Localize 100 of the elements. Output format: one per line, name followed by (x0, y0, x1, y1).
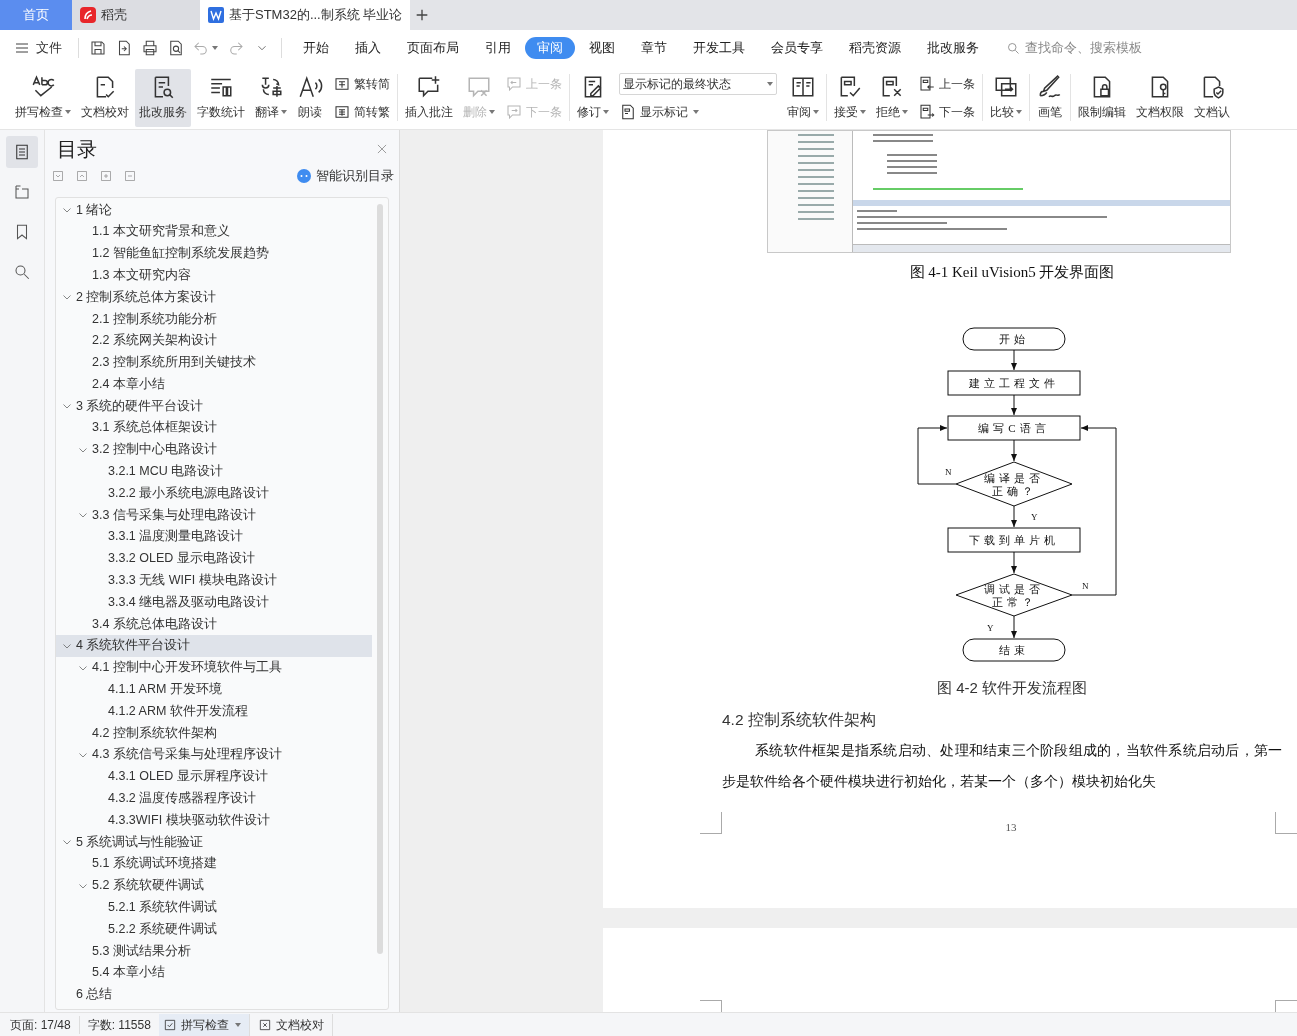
toc-item[interactable]: 4.3.1 OLED 显示屏程序设计 (56, 765, 372, 788)
ribbon-button[interactable]: 拼写检查 (11, 68, 75, 127)
toc-item[interactable]: 4.1 控制中心开发环境软件与工具 (56, 656, 372, 679)
check-document-icon (162, 1017, 177, 1032)
print-preview-icon[interactable] (167, 39, 185, 57)
toc-item[interactable]: 2 控制系统总体方案设计 (56, 286, 372, 308)
toc-item[interactable]: 3.3.1 温度测量电路设计 (56, 525, 372, 548)
undo-icon[interactable] (192, 39, 210, 57)
redo-icon[interactable] (227, 39, 245, 57)
toc-item[interactable]: 5 系统调试与性能验证 (56, 831, 372, 853)
app-tab[interactable]: 稻壳 (72, 0, 200, 30)
toc-item[interactable]: 3.3.4 继电器及驱动电路设计 (56, 591, 372, 614)
ribbon-button[interactable]: 字数统计 (193, 68, 249, 127)
document-tab[interactable]: 基于STM32的...制系统 毕业论 (200, 0, 410, 30)
ribbon-tab[interactable]: 视图 (577, 37, 627, 59)
ribbon-button[interactable]: 修订 (573, 68, 613, 127)
crop-mark (700, 812, 722, 834)
ribbon-tab[interactable]: 章节 (629, 37, 679, 59)
ribbon-small-button[interactable]: 上一条 (918, 72, 975, 95)
ribbon-button[interactable]: 限制编辑 (1074, 68, 1130, 127)
close-icon[interactable] (375, 142, 389, 156)
toc-item[interactable]: 1.2 智能鱼缸控制系统发展趋势 (56, 242, 372, 265)
toc-item[interactable]: 2.3 控制系统所用到关键技术 (56, 351, 372, 374)
previous-comment-icon (505, 74, 523, 93)
toc-item[interactable]: 3.1 系统总体框架设计 (56, 416, 372, 439)
ribbon-button[interactable]: 接受 (830, 68, 870, 127)
ribbon-button[interactable]: 文档认 (1190, 68, 1234, 127)
ribbon-small-button[interactable]: 下一条 (918, 100, 975, 123)
toc-item[interactable]: 3.2 控制中心电路设计 (56, 438, 372, 461)
print-icon[interactable] (141, 39, 159, 57)
flow-arrow (1011, 439, 1017, 462)
loop-arrow (917, 425, 957, 485)
expand-icon[interactable] (76, 170, 88, 182)
toc-item[interactable]: 5.1 系统调试环境搭建 (56, 852, 372, 875)
toc-item[interactable]: 4.1.2 ARM 软件开发流程 (56, 700, 372, 723)
ribbon-button[interactable]: 朗读 (293, 68, 327, 127)
ribbon-button[interactable]: 文档校对 (77, 68, 133, 127)
read-aloud-icon (297, 74, 323, 100)
caret-icon (234, 1022, 241, 1027)
ribbon-button[interactable]: 比较 (986, 68, 1026, 127)
toc-item[interactable]: 3.2.2 最小系统电源电路设计 (56, 482, 372, 505)
ribbon-button[interactable]: 插入批注 (401, 68, 457, 127)
toc-item[interactable]: 5.2 系统软硬件调试 (56, 874, 372, 897)
toc-item[interactable]: 5.4 本章小结 (56, 961, 372, 984)
ribbon-tab[interactable]: 批改服务 (915, 37, 991, 59)
ribbon-button[interactable]: 文档权限 (1132, 68, 1188, 127)
side-panel-button[interactable] (6, 136, 38, 168)
toc-item[interactable]: 4.2 控制系统软件架构 (56, 722, 372, 744)
toc-item[interactable]: 6 总结 (56, 983, 372, 1006)
pen-icon (1037, 74, 1063, 100)
save-icon[interactable] (89, 39, 107, 57)
ribbon-button[interactable]: 画笔 (1033, 68, 1067, 127)
ribbon-tab[interactable]: 开始 (291, 37, 341, 59)
toc-item[interactable]: 3 系统的硬件平台设计 (56, 395, 372, 417)
toc-item[interactable]: 3.4 系统总体电路设计 (56, 613, 372, 635)
ribbon-tab[interactable]: 稻壳资源 (837, 37, 913, 59)
toc-item[interactable]: 4 系统软件平台设计 (56, 634, 372, 657)
toc-item[interactable]: 1 绪论 (56, 199, 372, 221)
toc-item[interactable]: 4.1.1 ARM 开发环境 (56, 678, 372, 701)
toc-item[interactable]: 5.2.1 系统软件调试 (56, 896, 372, 919)
toc-item[interactable]: 3.3 信号采集与处理电路设计 (56, 504, 372, 526)
ribbon-tab[interactable]: 插入 (343, 37, 393, 59)
toc-item[interactable]: 2.2 系统网关架构设计 (56, 329, 372, 352)
toc-item[interactable]: 2.4 本章小结 (56, 373, 372, 396)
plus-icon[interactable] (100, 170, 112, 182)
proofread-button[interactable]: 文档校对 (249, 1013, 333, 1036)
toc-item[interactable]: 4.3 系统信号采集与处理程序设计 (56, 743, 372, 766)
ribbon-button[interactable]: 拒绝 (872, 68, 912, 127)
toc-item[interactable]: 3.3.2 OLED 显示电路设计 (56, 547, 372, 570)
collapse-icon[interactable] (52, 170, 64, 182)
minus-icon[interactable] (124, 170, 136, 182)
toc-item[interactable]: 3.3.3 无线 WIFI 模块电路设计 (56, 569, 372, 592)
smart-toc-button[interactable]: 智能识别目录 (297, 166, 394, 186)
toc-item[interactable]: 5.3 测试结果分析 (56, 940, 372, 962)
toc-item[interactable]: 4.3.3WIFI 模块驱动软件设计 (56, 809, 372, 832)
search-field[interactable]: 查找命令、搜索模板 (1006, 38, 1155, 58)
ribbon-button[interactable]: 批改服务 (135, 68, 191, 127)
file-menu[interactable]: 文件 (14, 38, 62, 58)
ribbon-tab[interactable]: 引用 (473, 37, 523, 59)
section-icon (13, 183, 31, 201)
toc-item[interactable]: 3.2.1 MCU 电路设计 (56, 460, 372, 483)
ribbon-tab[interactable]: 页面布局 (395, 37, 471, 59)
ribbon-small-button[interactable]: 繁转简 (333, 72, 390, 95)
toc-item[interactable]: 1.1 本文研究背景和意义 (56, 220, 372, 243)
flow-arrow (1011, 394, 1017, 416)
ribbon-button[interactable]: 审阅 (783, 68, 823, 127)
toc-item[interactable]: 5.2.2 系统硬件调试 (56, 918, 372, 941)
toc-item[interactable]: 2.1 控制系统功能分析 (56, 308, 372, 330)
flow-arrow (1011, 551, 1017, 574)
ribbon-small-button[interactable]: 简转繁 (333, 100, 390, 123)
ribbon-button[interactable]: 翻译 (251, 68, 291, 127)
markup-dropdown[interactable]: 显示标记的最终状态 (619, 72, 777, 95)
flow-arrow (1011, 505, 1017, 528)
toc-item[interactable]: 4.3.2 温度传感器程序设计 (56, 787, 372, 810)
ribbon-small-button[interactable]: 显示标记 (619, 100, 777, 123)
toc-item[interactable]: 1.3 本文研究内容 (56, 264, 372, 287)
ribbon-tab[interactable]: 开发工具 (681, 37, 757, 59)
add-tab-icon[interactable] (414, 7, 430, 23)
ribbon-tab[interactable]: 会员专享 (759, 37, 835, 59)
spell-check-button[interactable]: 拼写检查 (158, 1013, 250, 1036)
